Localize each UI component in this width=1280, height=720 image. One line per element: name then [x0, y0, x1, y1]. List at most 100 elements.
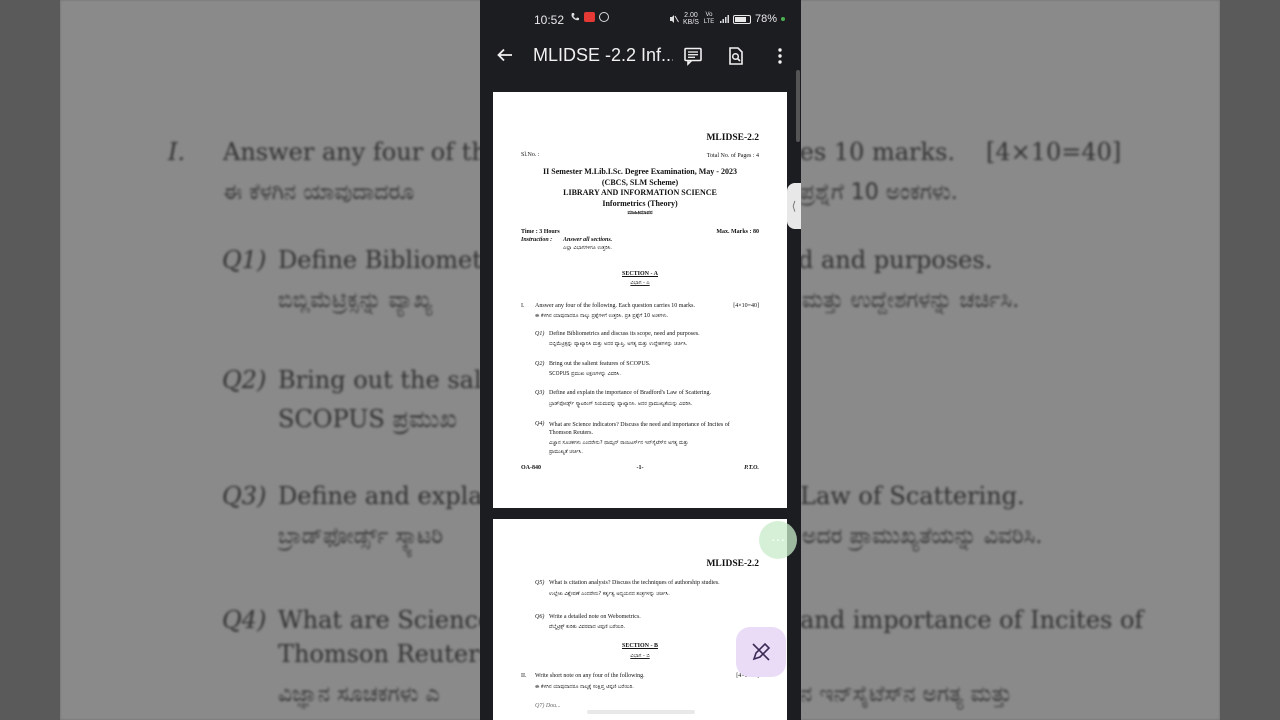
part-instruction: Answer any four of the following. Each q…: [535, 303, 695, 309]
privacy-dot: [781, 17, 785, 21]
exam-scheme: (CBCS, SLM Scheme): [601, 177, 679, 187]
pdf-page-2[interactable]: MLIDSE-2.2 Q5) What is citation analysis…: [493, 519, 787, 720]
more-horiz-button[interactable]: ···: [759, 521, 797, 559]
question-kannada: ಉಲ್ಲೇಖ ವಿಶ್ಲೇಷಣೆ ಎಂದರೇನು? ಕರ್ತೃತ್ವ ಅಧ್ಯಯ…: [549, 591, 670, 597]
question-text: What is citation analysis? Discuss the t…: [549, 580, 720, 586]
part-instruction-kannada: ಈ ಕೆಳಗಿನ ಯಾವುದಾದರೂ ನಾಲ್ಕು ಪ್ರಶ್ನೆಗಳಿಗೆ ಉ…: [535, 313, 669, 319]
status-time: 10:52: [534, 13, 565, 27]
chevron-left-icon: ⟨: [791, 199, 797, 213]
question-text: What are Science indicators? Discuss the…: [549, 422, 730, 428]
question-kannada: ವೆಬ್ಮೆಟ್ರಿಕ್ಸ್ ಕುರಿತು ವಿವರವಾದ ಟಿಪ್ಪಣಿ ಬರ…: [549, 624, 626, 630]
network-speed: 2.00 KB/S: [683, 12, 699, 26]
battery-icon: [732, 14, 751, 24]
screen-record-icon: [584, 12, 595, 22]
paper-title-kannada: ಮಾಹಿತಿಮಾಪನ: [627, 210, 653, 216]
question-text: Bring out the salient features of SCOPUS…: [549, 361, 651, 367]
bg-text: Q3): [222, 482, 267, 510]
home-indicator[interactable]: [587, 710, 695, 714]
part-instruction: Write short note on any four of the foll…: [535, 673, 645, 679]
question-text: Write a detailed note on Webometrics.: [549, 614, 641, 620]
section-a-heading: SECTION - A: [621, 271, 658, 277]
whatsapp-icon: [599, 12, 609, 22]
more-vert-icon[interactable]: [770, 46, 790, 66]
battery-percent: 78%: [754, 13, 777, 25]
bg-text: ಪ್ರಶ್ನೆಗೆ 10 ಅಂಕಗಳು.: [800, 180, 958, 205]
bg-text: Thomson Reuters.: [278, 640, 500, 668]
bg-text: ಬಿಬ್ಲಿಮೆಟ್ರಿಕ್ಸನ್ನು ವ್ಯಾಖ್ಯ: [278, 288, 433, 313]
question-number: Q1): [535, 331, 545, 337]
bg-text: Q1): [222, 246, 267, 274]
more-horiz-icon: ···: [771, 531, 785, 547]
mute-icon: [670, 15, 679, 23]
question-number: Q5): [535, 580, 545, 586]
background-edge-right: [1220, 0, 1280, 720]
notification-icons: [570, 12, 609, 22]
bg-text: ನ ಇನ್‌ಸೈಟೆಸ್‌ನ ಅಗತ್ಯ ಮತ್ತು: [800, 682, 1013, 707]
question-kannada: ಬ್ರಾಡ್‌ಫೋರ್ಡ್ಸ್ ಸ್ಕ್ಯಾಟರಿಂಗ್ ನಿಯಮವನ್ನು ವ…: [549, 401, 693, 407]
bg-text: ಬ್ರಾಡ್‌ಫೋರ್ಡ್ಸ್ ಸ್ಕ್ಯಾಟರಿ: [278, 524, 444, 549]
question-number: Q6): [535, 614, 545, 620]
max-marks: Max. Marks : 80: [716, 229, 759, 235]
question-number: Q2): [535, 361, 545, 367]
bg-text: ಅದರ ಪ್ರಾಮುಖ್ಯತೆಯನ್ನು ವಿವರಿಸಿ.: [802, 524, 1043, 549]
total-pages: Total No. of Pages : 4: [706, 153, 759, 159]
part-marks: [4×10=40]: [733, 303, 759, 309]
page-number: -1-: [636, 465, 644, 471]
paper-code: MLIDSE-2.2: [706, 559, 759, 569]
bg-text: Define and explai: [278, 482, 491, 510]
exam-title: II Semester M.Lib.I.Sc. Degree Examinati…: [543, 167, 737, 176]
edit-button[interactable]: [736, 627, 786, 677]
signal-icon: [719, 15, 729, 23]
question-number: Q4): [535, 421, 545, 427]
question-number: Q7) Dou...: [535, 703, 561, 709]
question-number: Q3): [535, 390, 545, 396]
speed-value: 2.00: [684, 12, 698, 19]
pdf-page-1[interactable]: MLIDSE-2.2 Sl.No. : Total No. of Pages :…: [493, 92, 787, 508]
bg-text: and importance of Incites of: [800, 606, 1144, 634]
bg-text: ಮತ್ತು ಉದ್ದೇಶಗಳನ್ನು ಚರ್ಚಿಸಿ.: [802, 288, 1020, 313]
bg-text: Q2): [222, 366, 267, 394]
app-bar: MLIDSE -2.2 Inf...: [480, 38, 801, 74]
comment-icon[interactable]: [683, 46, 703, 66]
status-bar: 10:52 2.00 KB/S Vo LTE 78%: [480, 0, 801, 38]
exam-time: Time : 3 Hours: [521, 229, 560, 235]
bg-text: Bring out the salie: [278, 366, 504, 394]
part-instruction-kannada: ಈ ಕೆಳಗಿನ ಯಾವುದಾದರೂ ನಾಲ್ಕಕ್ಕೆ ಸಂಕ್ಷಿಪ್ತ ಟ…: [535, 684, 634, 690]
paper-code: MLIDSE-2.2: [706, 133, 759, 143]
bg-text: ವಿಜ್ಞಾನ ಸೂಚಕಗಳು ಎ: [278, 682, 440, 707]
question-text: Define Bibliometrics and discuss its sco…: [549, 331, 700, 337]
scrollbar-thumb[interactable]: [796, 70, 800, 142]
volte-indicator: Vo LTE: [703, 12, 715, 25]
bg-text: Define Bibliometr: [278, 246, 494, 274]
bg-text: Answer any four of the: [223, 138, 502, 166]
section-a-kannada: ವಿಭಾಗ - ಎ: [630, 280, 650, 286]
question-text: Define and explain the importance of Bra…: [549, 390, 712, 396]
bg-text: d and purposes.: [798, 246, 993, 274]
bg-text: What are Science: [278, 606, 493, 634]
background-edge-left: [0, 0, 60, 720]
bg-text: Q4): [222, 606, 267, 634]
pto-label: P.T.O.: [744, 465, 759, 471]
question-text-continued: Thomson Reuters.: [549, 430, 593, 436]
instruction-text: Answer all sections.: [563, 237, 613, 243]
find-in-page-icon[interactable]: [726, 46, 746, 66]
phone-screen: 10:52 2.00 KB/S Vo LTE 78% MLIDSE -2.2 In…: [480, 0, 801, 720]
side-panel-handle[interactable]: ⟨: [787, 183, 801, 229]
arrow-back-icon[interactable]: [496, 46, 514, 64]
bg-text: ಈ ಕೆಳಗಿನ ಯಾವುದಾದರೂ: [223, 180, 415, 205]
edit-pen-icon: [752, 642, 771, 661]
speed-unit: KB/S: [683, 19, 699, 26]
paper-title: Informetrics (Theory): [602, 198, 678, 208]
bg-text: [4×10=40]: [986, 138, 1122, 166]
bg-text: Law of Scattering.: [800, 482, 1025, 510]
document-title: MLIDSE -2.2 Inf...: [533, 45, 673, 65]
part-number: I.: [521, 303, 525, 309]
phone-call-icon: [571, 13, 579, 21]
instruction-label: Instruction :: [521, 237, 553, 243]
bg-text: ies 10 marks.: [792, 138, 956, 166]
question-kannada-continued: ಪ್ರಾಮುಖ್ಯತೆ ಚರ್ಚಿಸಿ.: [549, 449, 583, 455]
question-kannada: ಬಿಬ್ಲಿಮೆಟ್ರಿಕ್ಸನ್ನು ವ್ಯಾಖ್ಯಾನಿಸಿ ಮತ್ತು ಅ…: [549, 341, 688, 347]
bg-text: SCOPUS ಪ್ರಮುಖ: [278, 405, 457, 433]
instruction-kannada: ಎಲ್ಲಾ ವಿಭಾಗಗಳಿಗೂ ಉತ್ತರಿಸಿ.: [563, 245, 613, 251]
question-kannada: SCOPUS ಪ್ರಮುಖ ಲಕ್ಷಣಗಳನ್ನು ವಿವರಿಸಿ.: [549, 371, 621, 377]
